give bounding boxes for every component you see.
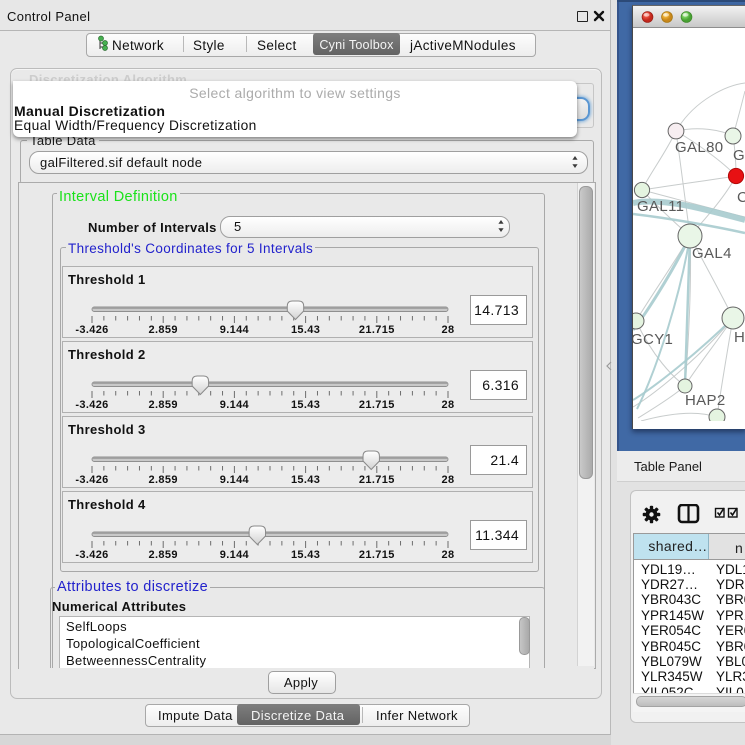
svg-text:2.859: 2.859 [149, 399, 178, 411]
svg-text:-3.426: -3.426 [75, 399, 108, 411]
svg-text:9.144: 9.144 [220, 324, 250, 336]
svg-text:9.144: 9.144 [220, 549, 250, 561]
svg-text:15.43: 15.43 [291, 399, 320, 411]
svg-text:9.144: 9.144 [220, 399, 250, 411]
svg-text:-3.426: -3.426 [75, 549, 108, 561]
svg-text:-3.426: -3.426 [75, 474, 108, 486]
svg-text:28: 28 [442, 399, 455, 411]
svg-text:2.859: 2.859 [149, 324, 178, 336]
svg-text:GAL80: GAL80 [675, 139, 723, 156]
svg-text:GAL4: GAL4 [692, 245, 732, 262]
svg-text:28: 28 [442, 324, 455, 336]
svg-text:2.859: 2.859 [149, 549, 178, 561]
svg-text:GCY1: GCY1 [633, 331, 673, 348]
svg-text:28: 28 [442, 549, 455, 561]
svg-text:15.43: 15.43 [291, 549, 320, 561]
svg-text:C: C [737, 189, 745, 206]
svg-text:GAL11: GAL11 [637, 198, 684, 215]
svg-text:21.715: 21.715 [359, 474, 395, 486]
svg-text:21.715: 21.715 [359, 324, 395, 336]
svg-text:15.43: 15.43 [291, 324, 320, 336]
svg-text:28: 28 [442, 474, 455, 486]
svg-text:HAP2: HAP2 [685, 392, 726, 409]
svg-text:H: H [734, 329, 745, 346]
svg-text:21.715: 21.715 [359, 549, 395, 561]
svg-text:2.859: 2.859 [149, 474, 178, 486]
svg-text:GA: GA [733, 147, 745, 164]
svg-text:21.715: 21.715 [359, 399, 395, 411]
svg-text:-3.426: -3.426 [75, 324, 108, 336]
svg-text:15.43: 15.43 [291, 474, 320, 486]
svg-text:9.144: 9.144 [220, 474, 250, 486]
